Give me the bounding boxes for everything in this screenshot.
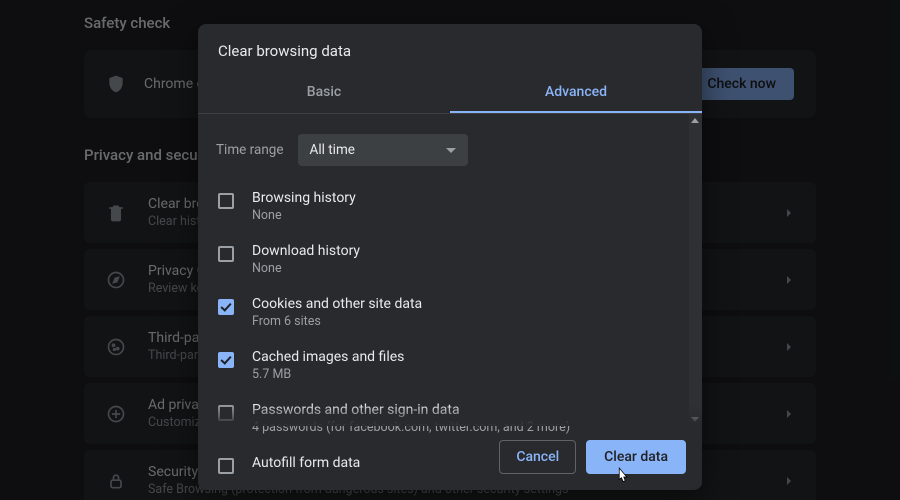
item-cookies[interactable]: Cookies and other site data From 6 sites [216,286,684,339]
checkbox[interactable] [218,352,234,368]
item-sub: None [252,208,356,223]
time-range-select[interactable]: All time [298,134,468,166]
scroll-up-icon[interactable] [691,118,699,123]
item-browsing-history[interactable]: Browsing history None [216,180,684,233]
item-sub: From 6 sites [252,314,422,329]
checkbox[interactable] [218,458,234,474]
item-title: Autofill form data [252,455,360,471]
tab-basic[interactable]: Basic [198,72,450,113]
item-download-history[interactable]: Download history None [216,233,684,286]
item-autofill[interactable]: Autofill form data [216,445,684,484]
item-sub: 5.7 MB [252,367,404,382]
time-range-label: Time range [216,142,284,158]
clear-browsing-data-dialog: Clear browsing data Basic Advanced Time … [198,24,702,490]
checkbox[interactable] [218,246,234,262]
item-title: Browsing history [252,190,356,206]
chevron-down-icon [446,148,456,153]
scrollbar[interactable] [689,114,702,426]
checkbox[interactable] [218,299,234,315]
dialog-body: Time range All time Browsing history None… [198,114,702,426]
dialog-title: Clear browsing data [198,24,702,72]
item-title: Cookies and other site data [252,296,422,312]
item-title: Cached images and files [252,349,404,365]
tab-advanced[interactable]: Advanced [450,72,702,113]
fade [198,404,702,426]
time-range-value: All time [310,142,355,158]
item-title: Download history [252,243,360,259]
item-sub: None [252,261,360,276]
item-cached[interactable]: Cached images and files 5.7 MB [216,339,684,392]
checkbox[interactable] [218,193,234,209]
dialog-tabs: Basic Advanced [198,72,702,114]
